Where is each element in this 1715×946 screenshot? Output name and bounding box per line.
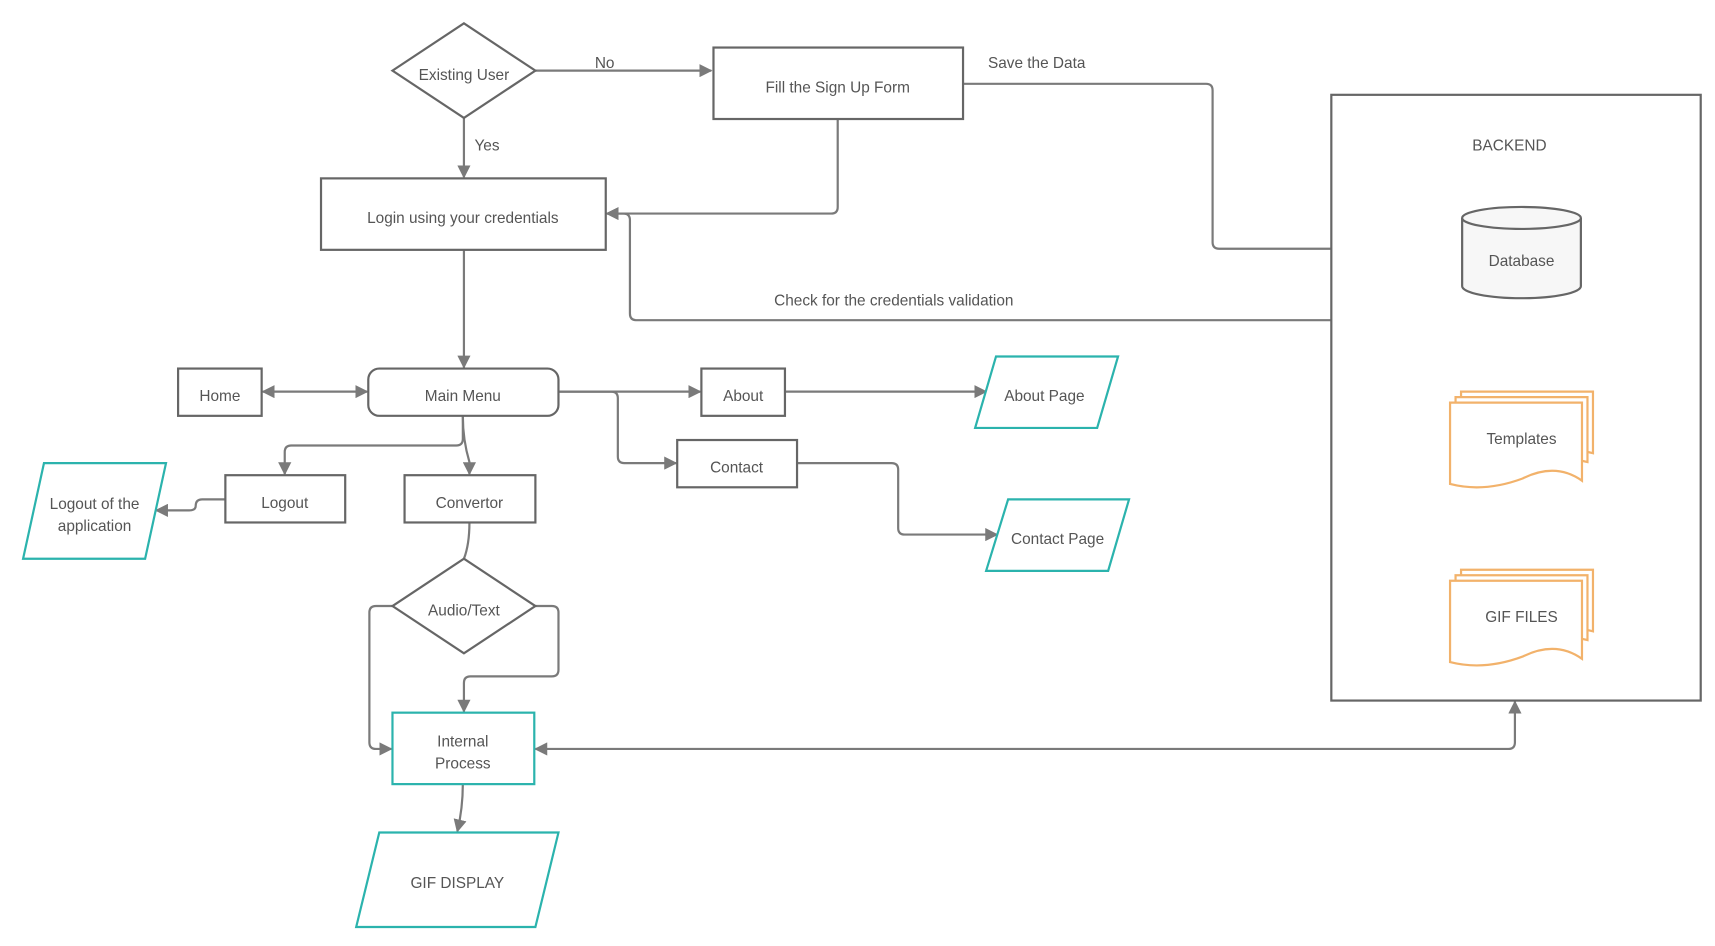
templates-label: Templates bbox=[1486, 431, 1556, 448]
gif-files-label: GIF FILES bbox=[1485, 609, 1558, 626]
contact-page-label: Contact Page bbox=[1011, 531, 1104, 548]
edge-menu-contact bbox=[558, 390, 678, 470]
audio-text-label: Audio/Text bbox=[428, 603, 501, 620]
edge-signup-login bbox=[605, 119, 839, 221]
main-menu-label: Main Menu bbox=[425, 388, 501, 405]
label-save-data: Save the Data bbox=[988, 55, 1086, 72]
label-yes: Yes bbox=[474, 138, 499, 155]
sign-up-label: Fill the Sign Up Form bbox=[766, 79, 910, 96]
edge-internal-backend bbox=[534, 700, 1522, 756]
about-page-label: About Page bbox=[1004, 388, 1084, 405]
edge-logout-app bbox=[154, 498, 226, 517]
edge-internal-gif bbox=[453, 784, 467, 833]
home-label: Home bbox=[199, 388, 240, 405]
login-label: Login using your credentials bbox=[367, 210, 559, 227]
logout-app-label-2: application bbox=[58, 518, 132, 535]
internal-label-1: Internal bbox=[437, 733, 488, 750]
edge-convertor-audio bbox=[462, 522, 471, 560]
database-label: Database bbox=[1489, 253, 1555, 270]
label-credentials-check: Check for the credentials validation bbox=[774, 293, 1013, 310]
convertor-label: Convertor bbox=[436, 495, 504, 512]
edge-menu-convertor bbox=[461, 415, 477, 476]
edge-menu-logout bbox=[278, 415, 464, 476]
flowchart: No Yes Save the Data Check for the crede… bbox=[21, 22, 1702, 929]
existing-user-label: Existing User bbox=[419, 67, 510, 84]
logout-app-label-1: Logout of the bbox=[50, 496, 140, 513]
contact-label: Contact bbox=[710, 460, 764, 477]
internal-label-2: Process bbox=[435, 755, 491, 772]
backend-label: BACKEND bbox=[1472, 138, 1546, 155]
about-label: About bbox=[723, 388, 764, 405]
logout-label: Logout bbox=[261, 495, 309, 512]
label-no: No bbox=[595, 55, 615, 72]
gif-display-label: GIF DISPLAY bbox=[410, 875, 504, 892]
edge-contact-page bbox=[797, 462, 999, 542]
edge-audio-internal-left bbox=[368, 604, 393, 756]
